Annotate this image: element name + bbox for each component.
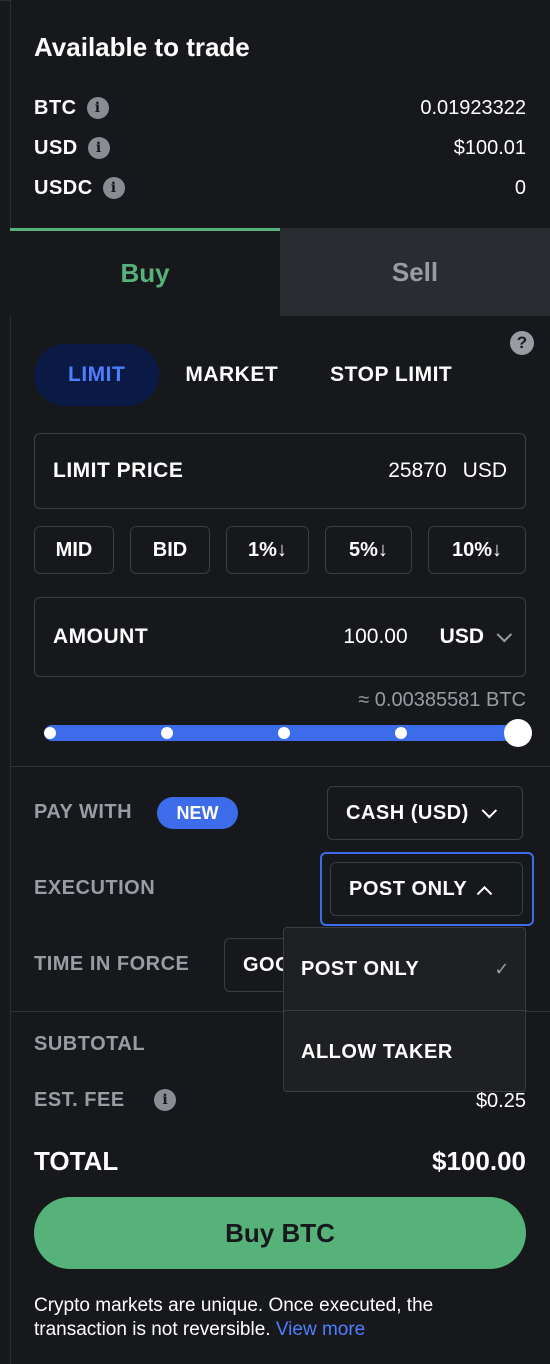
balance-value: $100.01 [453, 136, 526, 159]
info-icon[interactable]: i [102, 177, 125, 199]
slider-stop[interactable] [395, 727, 407, 739]
view-more-link[interactable]: View more [276, 1319, 365, 1340]
quick-price-bid[interactable]: BID [130, 526, 210, 574]
pay-with-label: PAY WITH [34, 801, 133, 823]
execution-option-allow-taker[interactable]: ALLOW TAKER [284, 1011, 527, 1093]
available-to-trade-title: Available to trade [34, 32, 250, 62]
tab-sell[interactable]: Sell [280, 228, 550, 316]
slider-handle[interactable] [504, 719, 532, 747]
execution-select[interactable]: POST ONLY [330, 862, 523, 916]
balance-row-btc: BTC i 0.01923322 [34, 94, 526, 122]
balance-row-usd: USD i $100.01 [34, 134, 526, 162]
quick-price-1pct[interactable]: 1%↓ [226, 526, 309, 574]
tab-market[interactable]: MARKET [159, 344, 304, 406]
new-badge: NEW [157, 797, 238, 829]
chevron-down-icon[interactable] [496, 626, 513, 642]
help-icon[interactable]: ? [510, 331, 534, 355]
quick-price-5pct[interactable]: 5%↓ [325, 526, 412, 574]
slider-stop[interactable] [44, 727, 56, 739]
tab-limit[interactable]: LIMIT [34, 344, 160, 406]
limit-price-unit: USD [462, 459, 507, 482]
info-icon[interactable]: i [87, 137, 110, 159]
info-icon[interactable]: i [154, 1089, 176, 1111]
divider [10, 766, 550, 767]
balance-asset: BTC [34, 96, 77, 119]
balance-asset: USDC [34, 176, 93, 199]
quick-price-10pct[interactable]: 10%↓ [428, 526, 526, 574]
pay-with-value: CASH (USD) [346, 801, 469, 824]
amount-approx-btc: ≈ 0.00385581 BTC [358, 689, 526, 711]
execution-option-post-only[interactable]: POST ONLY ✓ [284, 928, 527, 1010]
order-type-tabs: LIMIT MARKET STOP LIMIT [34, 344, 478, 406]
limit-price-label: LIMIT PRICE [53, 459, 184, 482]
chevron-up-icon [476, 885, 493, 902]
limit-price-field[interactable]: LIMIT PRICE 25870 USD [34, 433, 526, 509]
balance-row-usdc: USDC i 0 [34, 174, 526, 202]
pay-with-select[interactable]: CASH (USD) [327, 786, 523, 840]
total-label: TOTAL [34, 1146, 119, 1176]
amount-currency[interactable]: USD [440, 625, 484, 649]
amount-value[interactable]: 100.00 [343, 625, 407, 649]
subtotal-label: SUBTOTAL [34, 1033, 146, 1055]
total-value: $100.00 [432, 1146, 526, 1176]
execution-label: EXECUTION [34, 877, 156, 899]
est-fee-label: EST. FEE [34, 1089, 125, 1111]
info-icon[interactable]: i [86, 97, 109, 119]
execution-dropdown-menu: POST ONLY ✓ ALLOW TAKER [283, 927, 527, 1093]
amount-field[interactable]: AMOUNT 100.00 USD [34, 597, 526, 677]
option-label: ALLOW TAKER [301, 1040, 453, 1063]
est-fee-value: $0.25 [475, 1090, 526, 1112]
chevron-down-icon [481, 802, 497, 818]
option-label: POST ONLY [301, 957, 420, 980]
disclaimer-text: Crypto markets are unique. Once executed… [34, 1295, 434, 1340]
tab-buy[interactable]: Buy [10, 228, 280, 316]
execution-value: POST ONLY [349, 877, 468, 900]
side-tabs: Buy Sell [10, 228, 550, 316]
tab-stop-limit[interactable]: STOP LIMIT [304, 344, 478, 406]
balance-value: 0 [514, 176, 526, 199]
time-in-force-label: TIME IN FORCE [34, 953, 190, 975]
slider-stop[interactable] [278, 727, 290, 739]
check-icon: ✓ [494, 958, 510, 979]
slider-stop[interactable] [161, 727, 173, 739]
quick-price-mid[interactable]: MID [34, 526, 114, 574]
disclaimer: Crypto markets are unique. Once executed… [34, 1294, 514, 1342]
limit-price-value[interactable]: 25870 [388, 459, 446, 483]
buy-btc-button[interactable]: Buy BTC [34, 1197, 526, 1269]
balance-value: 0.01923322 [420, 96, 526, 119]
amount-label: AMOUNT [53, 625, 149, 648]
balance-asset: USD [34, 136, 78, 159]
